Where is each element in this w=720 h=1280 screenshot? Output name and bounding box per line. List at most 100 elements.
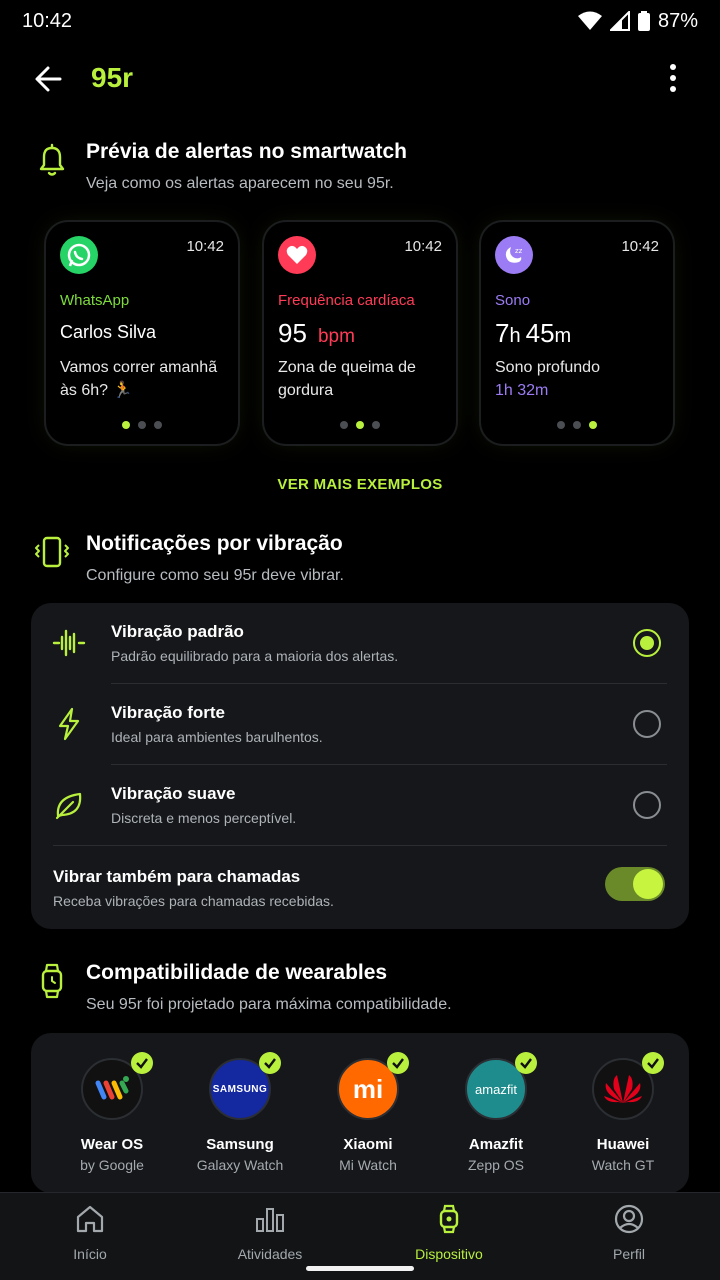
watch-icon bbox=[439, 1204, 459, 1234]
watch-zone: Zona de queima de gordura bbox=[278, 359, 416, 399]
preview-subtitle: Veja como os alertas aparecem no seu 95r… bbox=[86, 175, 394, 192]
option-title: Vibração suave bbox=[111, 784, 236, 803]
nav-item-home[interactable]: Início bbox=[15, 1203, 165, 1262]
sleep-minutes-unit: m bbox=[554, 325, 572, 347]
brand-wear-os[interactable]: Wear OS by Google bbox=[48, 1052, 176, 1173]
xiaomi-logo: mi bbox=[337, 1052, 409, 1120]
vibration-option-soft[interactable]: Vibração suave Discreta e menos perceptí… bbox=[31, 765, 689, 845]
see-more-examples-link[interactable]: VER MAIS EXEMPLOS bbox=[0, 476, 720, 493]
brand-amazfit[interactable]: amazfit Amazfit Zepp OS bbox=[432, 1052, 560, 1173]
compat-title: Compatibilidade de wearables bbox=[86, 961, 388, 984]
lightning-icon bbox=[58, 707, 80, 741]
nav-label: Atividades bbox=[237, 1246, 303, 1262]
brand-xiaomi[interactable]: mi Xiaomi Mi Watch bbox=[304, 1052, 432, 1173]
nav-label: Início bbox=[73, 1246, 107, 1262]
option-subtitle: Padrão equilibrado para a maioria dos al… bbox=[111, 648, 399, 664]
vibration-icon bbox=[35, 536, 69, 568]
sleep-stage-duration: 1h 32m bbox=[495, 382, 549, 399]
brand-name: Xiaomi bbox=[343, 1136, 393, 1153]
radio-button-selected[interactable] bbox=[633, 629, 661, 657]
watch-time: 10:42 bbox=[404, 238, 442, 255]
back-arrow-icon[interactable] bbox=[32, 62, 66, 96]
brand-name: Huawei bbox=[596, 1136, 650, 1153]
profile-icon bbox=[614, 1204, 644, 1234]
app-bar: 95r bbox=[0, 48, 720, 108]
wearables-carousel[interactable]: Wear OS by Google SAMSUNG Samsung Galaxy… bbox=[31, 1033, 689, 1193]
status-bar: 10:42 87% bbox=[0, 0, 720, 42]
svg-text:zz: zz bbox=[515, 247, 523, 255]
option-subtitle: Ideal para ambientes barulhentos. bbox=[111, 729, 323, 745]
wear-os-logo bbox=[81, 1052, 153, 1120]
vibration-subtitle: Configure como seu 95r deve vibrar. bbox=[86, 567, 344, 584]
samsung-logo-text: SAMSUNG bbox=[212, 1083, 268, 1095]
brand-sub: by Google bbox=[80, 1157, 144, 1173]
nav-label: Dispositivo bbox=[415, 1246, 483, 1262]
xiaomi-logo-text: mi bbox=[352, 1073, 384, 1104]
moon-icon: zz bbox=[495, 236, 533, 274]
home-icon bbox=[76, 1205, 104, 1233]
option-title: Vibração forte bbox=[111, 703, 226, 722]
bar-chart-icon bbox=[256, 1208, 284, 1232]
home-indicator[interactable] bbox=[306, 1266, 414, 1271]
compat-subtitle: Seu 95r foi projetado para máxima compat… bbox=[86, 996, 452, 1013]
brand-name: Wear OS bbox=[80, 1136, 144, 1153]
watch-app-name: Sono bbox=[495, 292, 531, 309]
huawei-logo bbox=[592, 1052, 664, 1120]
vibration-title: Notificações por vibração bbox=[86, 532, 343, 555]
option-subtitle: Discreta e menos perceptível. bbox=[111, 810, 297, 826]
watch-preview-sleep[interactable]: zz 10:42 Sono 7h 45m Sono profundo 1h 32… bbox=[481, 222, 673, 444]
sleep-duration: 7h 45m bbox=[495, 318, 571, 349]
brand-huawei[interactable]: Huawei Watch GT bbox=[559, 1052, 687, 1173]
brand-sub: Galaxy Watch bbox=[196, 1157, 284, 1173]
brand-sub: Zepp OS bbox=[467, 1157, 525, 1173]
status-time: 10:42 bbox=[22, 9, 73, 32]
check-icon bbox=[387, 1052, 409, 1074]
watch-message: Vamos correr amanhã às 6h? 🏃 bbox=[60, 359, 218, 399]
radio-button[interactable] bbox=[633, 710, 661, 738]
check-icon bbox=[642, 1052, 664, 1074]
check-icon bbox=[515, 1052, 537, 1074]
preview-title: Prévia de alertas no smartwatch bbox=[86, 140, 407, 163]
calls-vibration-toggle[interactable] bbox=[605, 867, 665, 901]
smartwatch-icon bbox=[41, 963, 63, 999]
watch-sender: Carlos Silva bbox=[60, 322, 157, 342]
vibration-option-strong[interactable]: Vibração forte Ideal para ambientes baru… bbox=[31, 684, 689, 764]
nav-label: Perfil bbox=[613, 1246, 645, 1262]
page-dots bbox=[264, 421, 456, 429]
page-dots bbox=[46, 421, 238, 429]
battery-icon bbox=[637, 11, 650, 31]
calls-toggle-title: Vibrar também para chamadas bbox=[53, 867, 301, 886]
nav-item-device[interactable]: Dispositivo bbox=[374, 1203, 524, 1262]
more-vert-icon[interactable] bbox=[662, 62, 684, 96]
signal-icon bbox=[609, 11, 630, 31]
brand-samsung[interactable]: SAMSUNG Samsung Galaxy Watch bbox=[176, 1052, 304, 1173]
watch-time: 10:42 bbox=[186, 238, 224, 255]
sleep-stage-label: Sono profundo bbox=[495, 359, 600, 376]
watch-time: 10:42 bbox=[621, 238, 659, 255]
radio-button[interactable] bbox=[633, 791, 661, 819]
brand-sub: Mi Watch bbox=[339, 1157, 397, 1173]
brand-sub: Watch GT bbox=[591, 1157, 655, 1173]
amazfit-logo-text: amazfit bbox=[475, 1081, 517, 1097]
watch-sleep-stage: Sono profundo 1h 32m bbox=[495, 356, 665, 402]
watch-preview-whatsapp[interactable]: 10:42 WhatsApp Carlos Silva Vamos correr… bbox=[46, 222, 238, 444]
calls-toggle-subtitle: Receba vibrações para chamadas recebidas… bbox=[53, 893, 334, 909]
battery-percent: 87% bbox=[657, 9, 698, 32]
check-icon bbox=[259, 1052, 281, 1074]
wifi-icon bbox=[577, 11, 602, 30]
waveform-icon bbox=[52, 629, 86, 657]
vibration-option-standard[interactable]: Vibração padrão Padrão equilibrado para … bbox=[31, 603, 689, 683]
samsung-logo: SAMSUNG bbox=[209, 1052, 281, 1120]
sleep-hours-unit: h bbox=[509, 325, 521, 347]
heart-icon bbox=[278, 236, 316, 274]
watch-preview-heart-rate[interactable]: 10:42 Frequência cardíaca 95 bpm Zona de… bbox=[264, 222, 456, 444]
bell-icon bbox=[39, 143, 65, 176]
heart-rate-unit: bpm bbox=[317, 326, 355, 347]
heart-rate-reading: 95 bpm bbox=[278, 318, 355, 349]
watch-app-name: WhatsApp bbox=[60, 292, 130, 309]
nav-item-profile[interactable]: Perfil bbox=[554, 1203, 704, 1262]
check-icon bbox=[131, 1052, 153, 1074]
page-dots bbox=[481, 421, 673, 429]
page-title: 95r bbox=[91, 62, 134, 93]
nav-item-activities[interactable]: Atividades bbox=[195, 1203, 345, 1262]
